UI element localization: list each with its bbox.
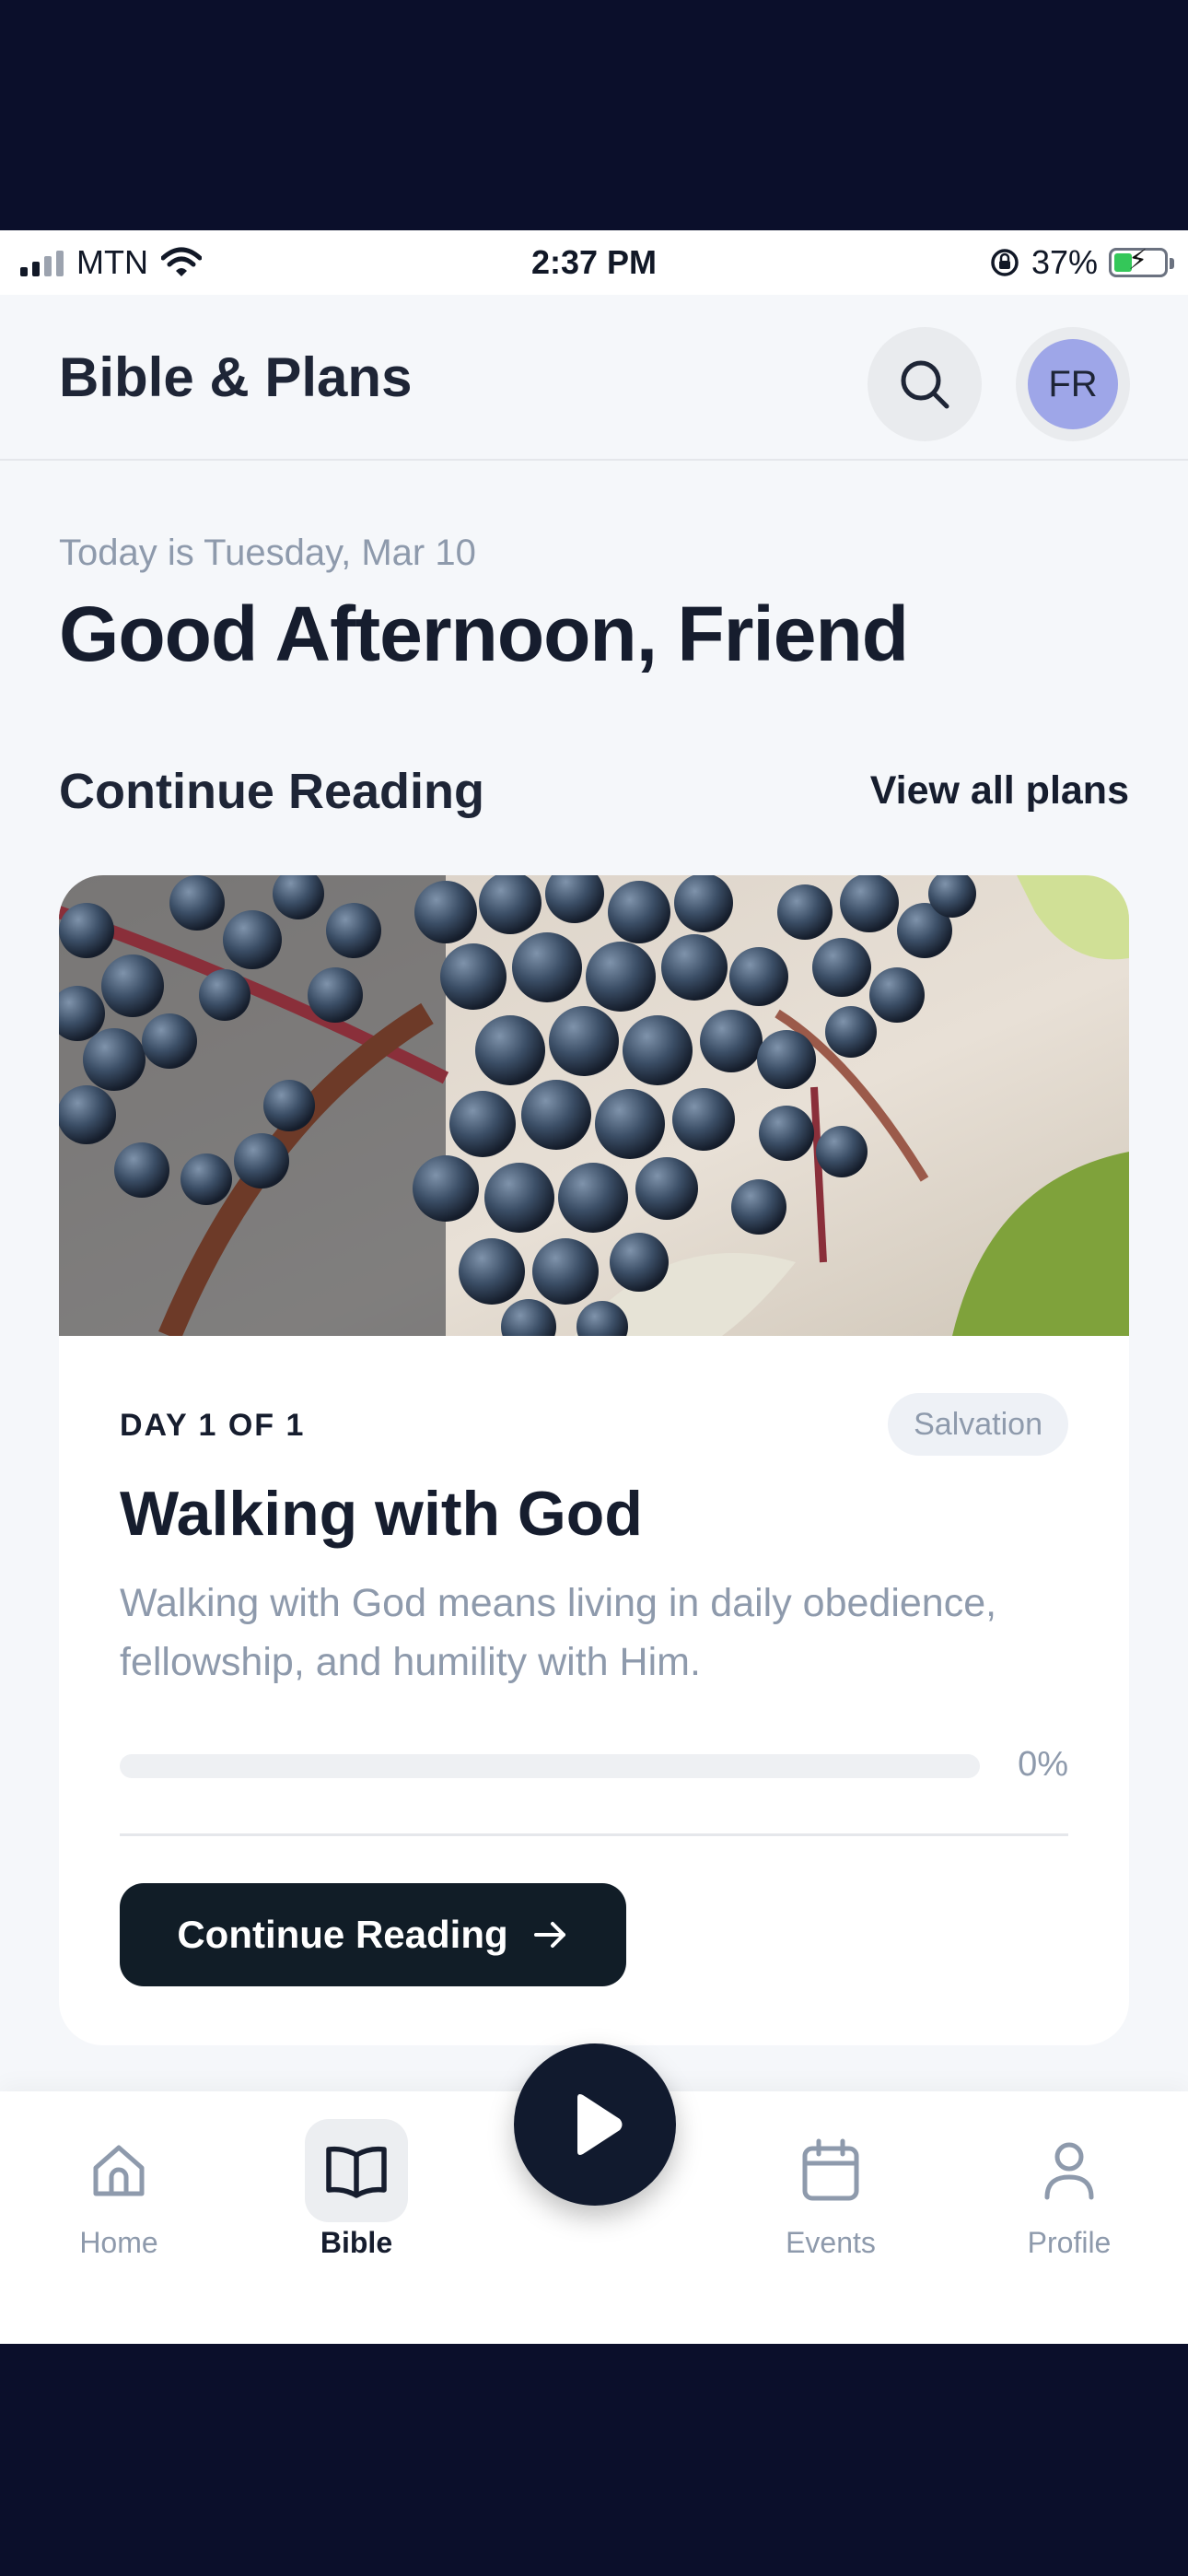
plan-category-tag: Salvation: [888, 1393, 1068, 1456]
nav-label-events: Events: [786, 2226, 876, 2259]
avatar-button[interactable]: FR: [1016, 327, 1130, 441]
battery-percent: 37%: [1031, 243, 1098, 281]
nav-label-profile: Profile: [1027, 2226, 1112, 2259]
grapes-image: [59, 875, 1129, 1336]
view-all-plans-link[interactable]: View all plans: [870, 768, 1129, 814]
plan-progress-bar: [120, 1754, 980, 1778]
plan-description: Walking with God means living in daily o…: [120, 1581, 997, 1684]
nav-item-events[interactable]: Events: [757, 2119, 904, 2260]
continue-reading-button[interactable]: Continue Reading: [120, 1883, 626, 1986]
app-header: Bible & Plans FR: [0, 295, 1188, 461]
nav-item-profile[interactable]: Profile: [996, 2119, 1143, 2260]
plan-title: Walking with God: [120, 1479, 643, 1549]
home-icon: [93, 2145, 145, 2196]
orientation-lock-icon: [991, 249, 1019, 276]
play-icon: [577, 2094, 623, 2155]
play-button[interactable]: [514, 2043, 676, 2206]
plan-progress-percent: 0%: [1018, 1745, 1068, 1784]
plan-day-label: DAY 1 OF 1: [120, 1408, 306, 1443]
card-divider: [120, 1833, 1068, 1836]
battery-icon: ⚡: [1109, 247, 1174, 277]
greeting-heading: Good Afternoon, Friend: [59, 591, 909, 677]
nav-item-home[interactable]: Home: [45, 2119, 192, 2260]
nav-label-home: Home: [79, 2226, 158, 2259]
continue-reading-label: Continue Reading: [177, 1913, 508, 1956]
nav-item-bible[interactable]: Bible: [283, 2119, 430, 2260]
avatar: FR: [1028, 339, 1118, 429]
book-icon: [326, 2146, 387, 2198]
app-screen: MTN 2:37 PM 37% ⚡ Bible & Plans FR Today…: [0, 230, 1188, 2344]
plan-card[interactable]: DAY 1 OF 1 Salvation Walking with God Wa…: [59, 875, 1129, 2045]
page-title: Bible & Plans: [59, 346, 413, 408]
date-line: Today is Tuesday, Mar 10: [59, 533, 476, 573]
status-right: 37% ⚡: [989, 243, 1174, 282]
status-bar: MTN 2:37 PM 37% ⚡: [0, 230, 1188, 295]
search-button[interactable]: [868, 327, 982, 441]
calendar-icon: [802, 2138, 859, 2201]
person-icon: [1044, 2142, 1094, 2200]
arrow-right-icon: [533, 1922, 565, 1948]
continue-reading-heading: Continue Reading: [59, 764, 484, 819]
search-icon: [901, 360, 949, 409]
nav-label-bible: Bible: [320, 2226, 393, 2259]
